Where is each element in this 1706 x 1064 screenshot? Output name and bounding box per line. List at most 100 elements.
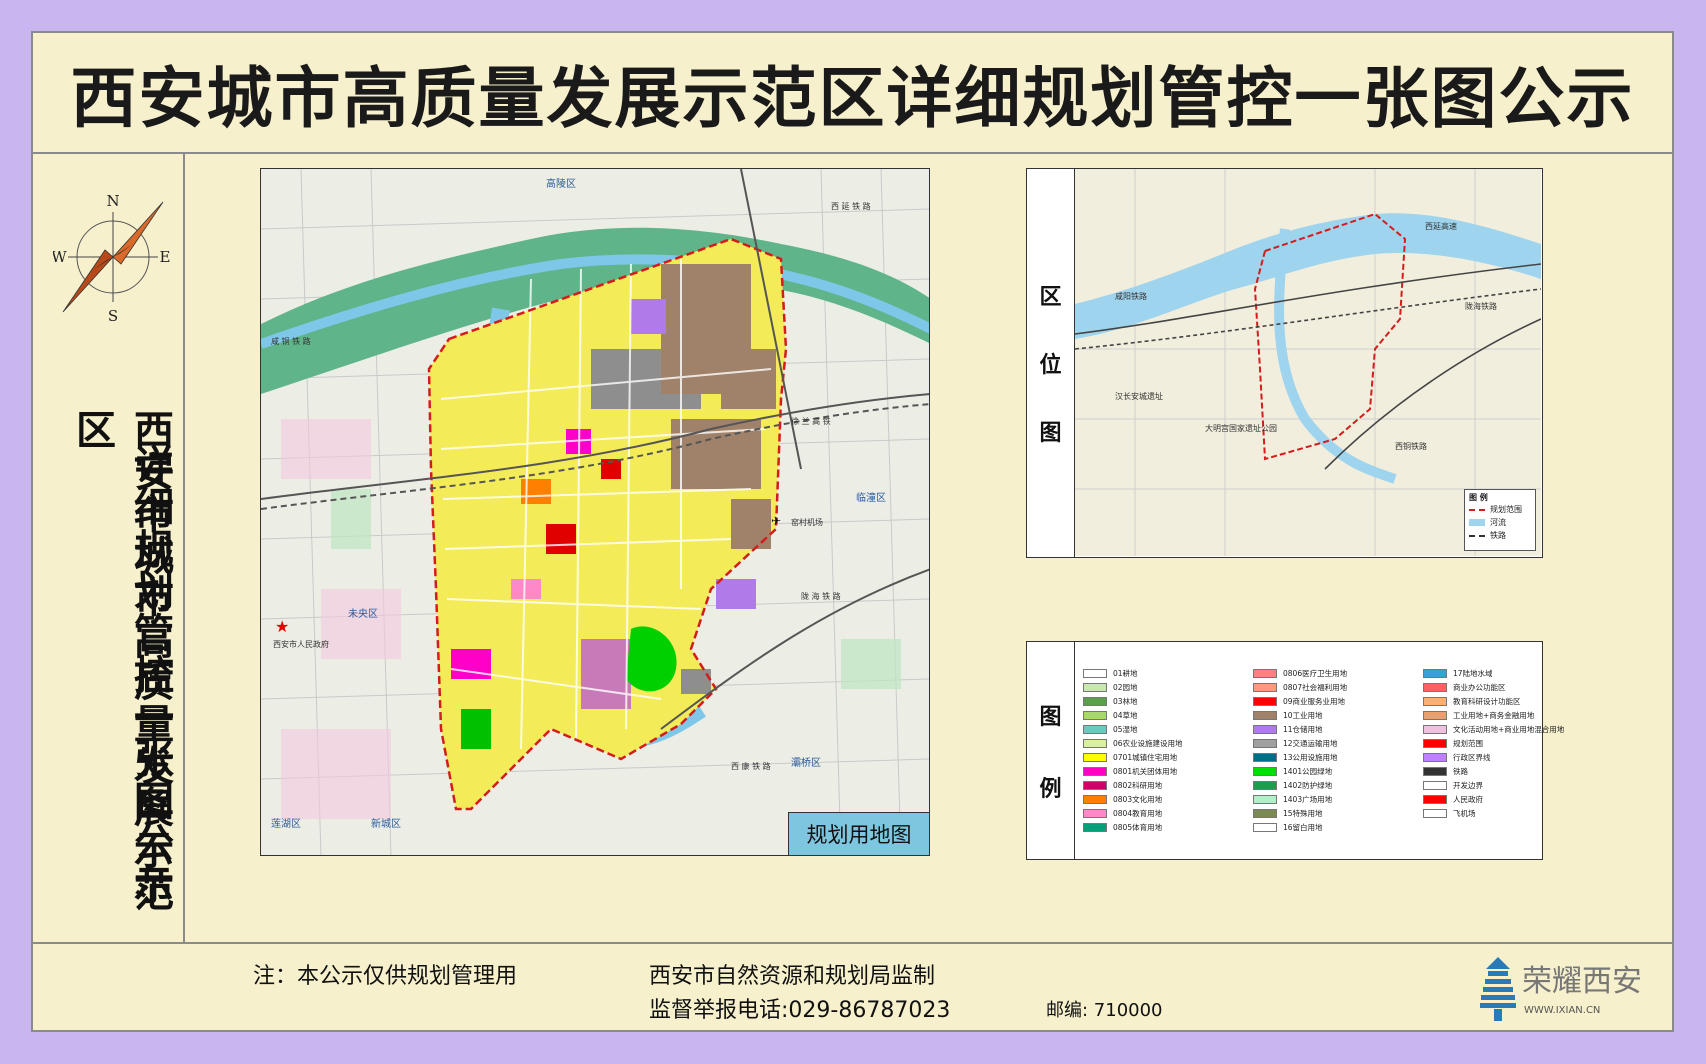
legend-swatch-icon <box>1423 682 1447 692</box>
land-use-map-svg: 高陵区 临潼区 未央区 灞桥区 莲湖区 新城区 窑村机场 西安市人民政府 咸 铜… <box>261 169 929 855</box>
legend-item: 02园地 <box>1083 680 1225 694</box>
label-gov: 西安市人民政府 <box>273 639 329 649</box>
legend-column-2: 0806医疗卫生用地 0807社会福利用地 09商业服务业用地 10工业用地 11仓储用… <box>1253 666 1395 834</box>
compass-w: W <box>53 248 67 266</box>
legend-label: 11仓储用地 <box>1283 724 1323 734</box>
compass-s: S <box>108 307 118 322</box>
legend-swatch-icon <box>1253 766 1277 776</box>
legend-item: 飞机场 <box>1423 806 1565 820</box>
map-tag: 规划用地图 <box>788 812 929 855</box>
label-rail2: 西 延 铁 路 <box>831 201 871 211</box>
loc-label-longhai: 陇海铁路 <box>1465 301 1497 311</box>
label-baqiao: 灞桥区 <box>791 757 821 769</box>
loc-label-han: 汉长安城遗址 <box>1115 391 1163 401</box>
label-xincheng: 新城区 <box>371 817 401 830</box>
rail-swatch-icon <box>1469 534 1485 537</box>
legend-item: 铁路 <box>1423 764 1565 778</box>
legend-item: 0807社会福利用地 <box>1253 680 1395 694</box>
legend-label: 飞机场 <box>1453 808 1476 818</box>
legend-item: 04草地 <box>1083 708 1225 722</box>
legend-item: 1401公园绿地 <box>1253 764 1395 778</box>
side-title-sub: 详细规划管控一张图公示 <box>127 444 173 906</box>
footer-phone: 监督举报电话:029-86787023 <box>649 998 951 1023</box>
legend-swatch-icon <box>1423 794 1447 804</box>
legend-item: 11仓储用地 <box>1253 722 1395 736</box>
legend-label: 1401公园绿地 <box>1283 766 1333 776</box>
legend-swatch-icon <box>1423 724 1447 734</box>
legend-item: 行政区界线 <box>1423 750 1565 764</box>
logo-url: WWW.IXIAN.CN <box>1524 1005 1600 1016</box>
legend-swatch-icon <box>1253 724 1277 734</box>
legend-label: 0807社会福利用地 <box>1283 682 1348 692</box>
loc-label-xitong: 西铜铁路 <box>1395 441 1427 451</box>
legend-label: 1402防护绿地 <box>1283 780 1333 790</box>
legend-swatch-icon <box>1083 822 1107 832</box>
legend-label: 规划范围 <box>1453 738 1483 748</box>
legend-label: 15特殊用地 <box>1283 808 1323 818</box>
legend-swatch-icon <box>1253 696 1277 706</box>
legend-column-3: 17陆地水域 商业办公功能区 教育科研设计功能区 工业用地+商务金融用地 文化活动用地+… <box>1423 666 1565 834</box>
legend-label: 0804教育用地 <box>1113 808 1163 818</box>
legend-swatch-icon <box>1423 710 1447 720</box>
footer-bar: 注：本公示仅供规划管理用 西安市自然资源和规划局监制 监督举报电话:029-86… <box>33 942 1672 1032</box>
loc-char-1: 区 <box>1039 285 1062 310</box>
loc-legend-title: 图 例 <box>1469 493 1488 502</box>
location-map-side-label: 区 位 图 <box>1027 169 1075 557</box>
legend-columns: 01耕地 02园地 03林地 04草地 05湿地 06农业设施建设用地 0701城镇住宅用地… <box>1083 666 1565 834</box>
legend-swatch-icon <box>1083 738 1107 748</box>
legend-item: 0806医疗卫生用地 <box>1253 666 1395 680</box>
legend-item: 0701城镇住宅用地 <box>1083 750 1225 764</box>
legend-swatch-icon <box>1083 794 1107 804</box>
legend-label: 行政区界线 <box>1453 752 1491 762</box>
legend-item: 开发边界 <box>1423 778 1565 792</box>
label-rail1: 咸 铜 铁 路 <box>271 336 311 346</box>
legend-swatch-icon <box>1423 696 1447 706</box>
legend-swatch-icon <box>1423 808 1447 818</box>
legend-side-label: 图 例 <box>1027 642 1075 859</box>
legend-char-2: 例 <box>1039 776 1062 802</box>
loc-label-xianyang: 咸阳铁路 <box>1115 291 1147 301</box>
legend-swatch-icon <box>1253 682 1277 692</box>
legend-item: 09商业服务业用地 <box>1253 694 1395 708</box>
legend-swatch-icon <box>1083 724 1107 734</box>
legend-label: 13公用设施用地 <box>1283 752 1338 762</box>
footer-postcode: 邮编: 710000 <box>1046 1000 1163 1021</box>
logo-text: 荣耀西安 <box>1522 964 1642 999</box>
legend-label: 开发边界 <box>1453 780 1483 790</box>
legend-label: 1403广场用地 <box>1283 794 1333 804</box>
label-rail4: 徐 兰 高 铁 <box>791 416 831 426</box>
legend-item: 文化活动用地+商业用地混合用地 <box>1423 722 1565 736</box>
legend-swatch-icon <box>1083 696 1107 706</box>
location-map[interactable]: 区 位 图 汉长安城遗址 大明宫国家遗址公园 西延高速 咸阳铁路 陇海铁路 西铜… <box>1026 168 1543 558</box>
label-airport: 窑村机场 <box>791 517 823 527</box>
legend-label: 16留白用地 <box>1283 822 1323 832</box>
legend-item: 1403广场用地 <box>1253 792 1395 806</box>
legend-item: 17陆地水域 <box>1423 666 1565 680</box>
legend-item: 规划范围 <box>1423 736 1565 750</box>
legend-item: 0802科研用地 <box>1083 778 1225 792</box>
legend-item: 人民政府 <box>1423 792 1565 806</box>
legend-item: 0804教育用地 <box>1083 806 1225 820</box>
legend-item: 03林地 <box>1083 694 1225 708</box>
left-column: N S E W 西安市城市高质量发展示范区 详细规划管控一张图公示 <box>33 154 185 942</box>
legend-label: 05湿地 <box>1113 724 1138 734</box>
boundary-swatch-icon <box>1469 508 1485 511</box>
river-swatch-icon <box>1469 519 1485 526</box>
legend-swatch-icon <box>1253 668 1277 678</box>
planning-land-use-map[interactable]: 高陵区 临潼区 未央区 灞桥区 莲湖区 新城区 窑村机场 西安市人民政府 咸 铜… <box>260 168 930 856</box>
legend-label: 17陆地水域 <box>1453 668 1493 678</box>
legend-item: 商业办公功能区 <box>1423 680 1565 694</box>
gov-star-icon: ★ <box>275 617 289 636</box>
legend-label: 0805体育用地 <box>1113 822 1163 832</box>
legend-item: 13公用设施用地 <box>1253 750 1395 764</box>
legend-label: 06农业设施建设用地 <box>1113 738 1183 748</box>
legend-char-1: 图 <box>1039 704 1062 730</box>
label-rail3: 陇 海 铁 路 <box>801 591 841 601</box>
legend-column-1: 01耕地 02园地 03林地 04草地 05湿地 06农业设施建设用地 0701城镇住宅用地… <box>1083 666 1225 834</box>
loc-char-3: 图 <box>1039 421 1062 446</box>
loc-legend-item: 河流 <box>1469 516 1531 529</box>
legend-swatch-icon <box>1423 752 1447 762</box>
title-bar: 西安城市高质量发展示范区详细规划管控一张图公示 <box>33 33 1672 154</box>
legend-swatch-icon <box>1253 808 1277 818</box>
legend-item: 0801机关团体用地 <box>1083 764 1225 778</box>
